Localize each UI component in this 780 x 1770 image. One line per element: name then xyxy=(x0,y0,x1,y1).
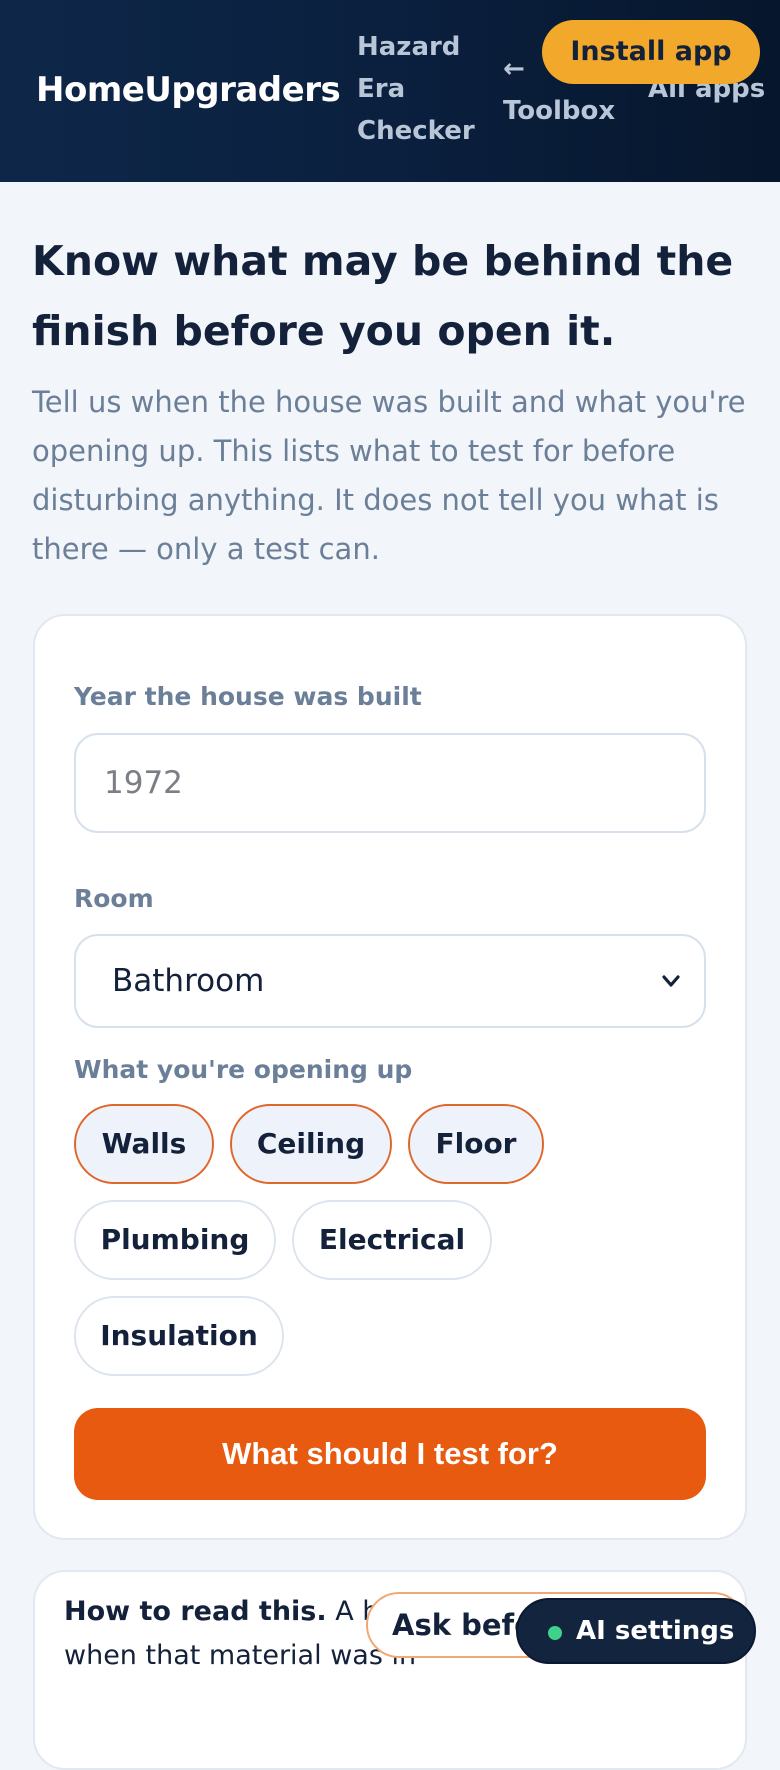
app-header: HomeUpgraders Hazard Era Checker ← Toolb… xyxy=(0,0,780,182)
brand-logo[interactable]: HomeUpgraders xyxy=(36,70,341,110)
year-label: Year the house was built xyxy=(74,682,422,711)
room-selected-value: Bathroom xyxy=(112,963,265,999)
opening-label: What you're opening up xyxy=(74,1055,413,1084)
install-app-button[interactable]: Install app xyxy=(542,20,760,84)
room-select[interactable]: Bathroom xyxy=(74,934,706,1028)
submit-button[interactable]: What should I test for? xyxy=(74,1408,706,1500)
chip-floor[interactable]: Floor xyxy=(408,1104,544,1184)
nav-current-page[interactable]: Hazard Era Checker xyxy=(357,26,487,152)
chip-walls[interactable]: Walls xyxy=(74,1104,214,1184)
chevron-down-icon xyxy=(662,975,680,987)
year-input[interactable] xyxy=(74,733,706,833)
page-title: Know what may be behind the finish befor… xyxy=(32,237,734,355)
chip-plumbing[interactable]: Plumbing xyxy=(74,1200,276,1280)
info-heading: How to read this. xyxy=(64,1596,327,1627)
chip-ceiling[interactable]: Ceiling xyxy=(230,1104,392,1184)
page-subtitle: Tell us when the house was built and wha… xyxy=(32,385,746,566)
ai-settings-label: AI settings xyxy=(576,1616,735,1646)
status-dot-icon xyxy=(548,1626,562,1640)
chip-insulation[interactable]: Insulation xyxy=(74,1296,284,1376)
chip-electrical[interactable]: Electrical xyxy=(292,1200,492,1280)
room-label: Room xyxy=(74,884,154,913)
ai-settings-button[interactable]: AI settings xyxy=(516,1598,756,1664)
